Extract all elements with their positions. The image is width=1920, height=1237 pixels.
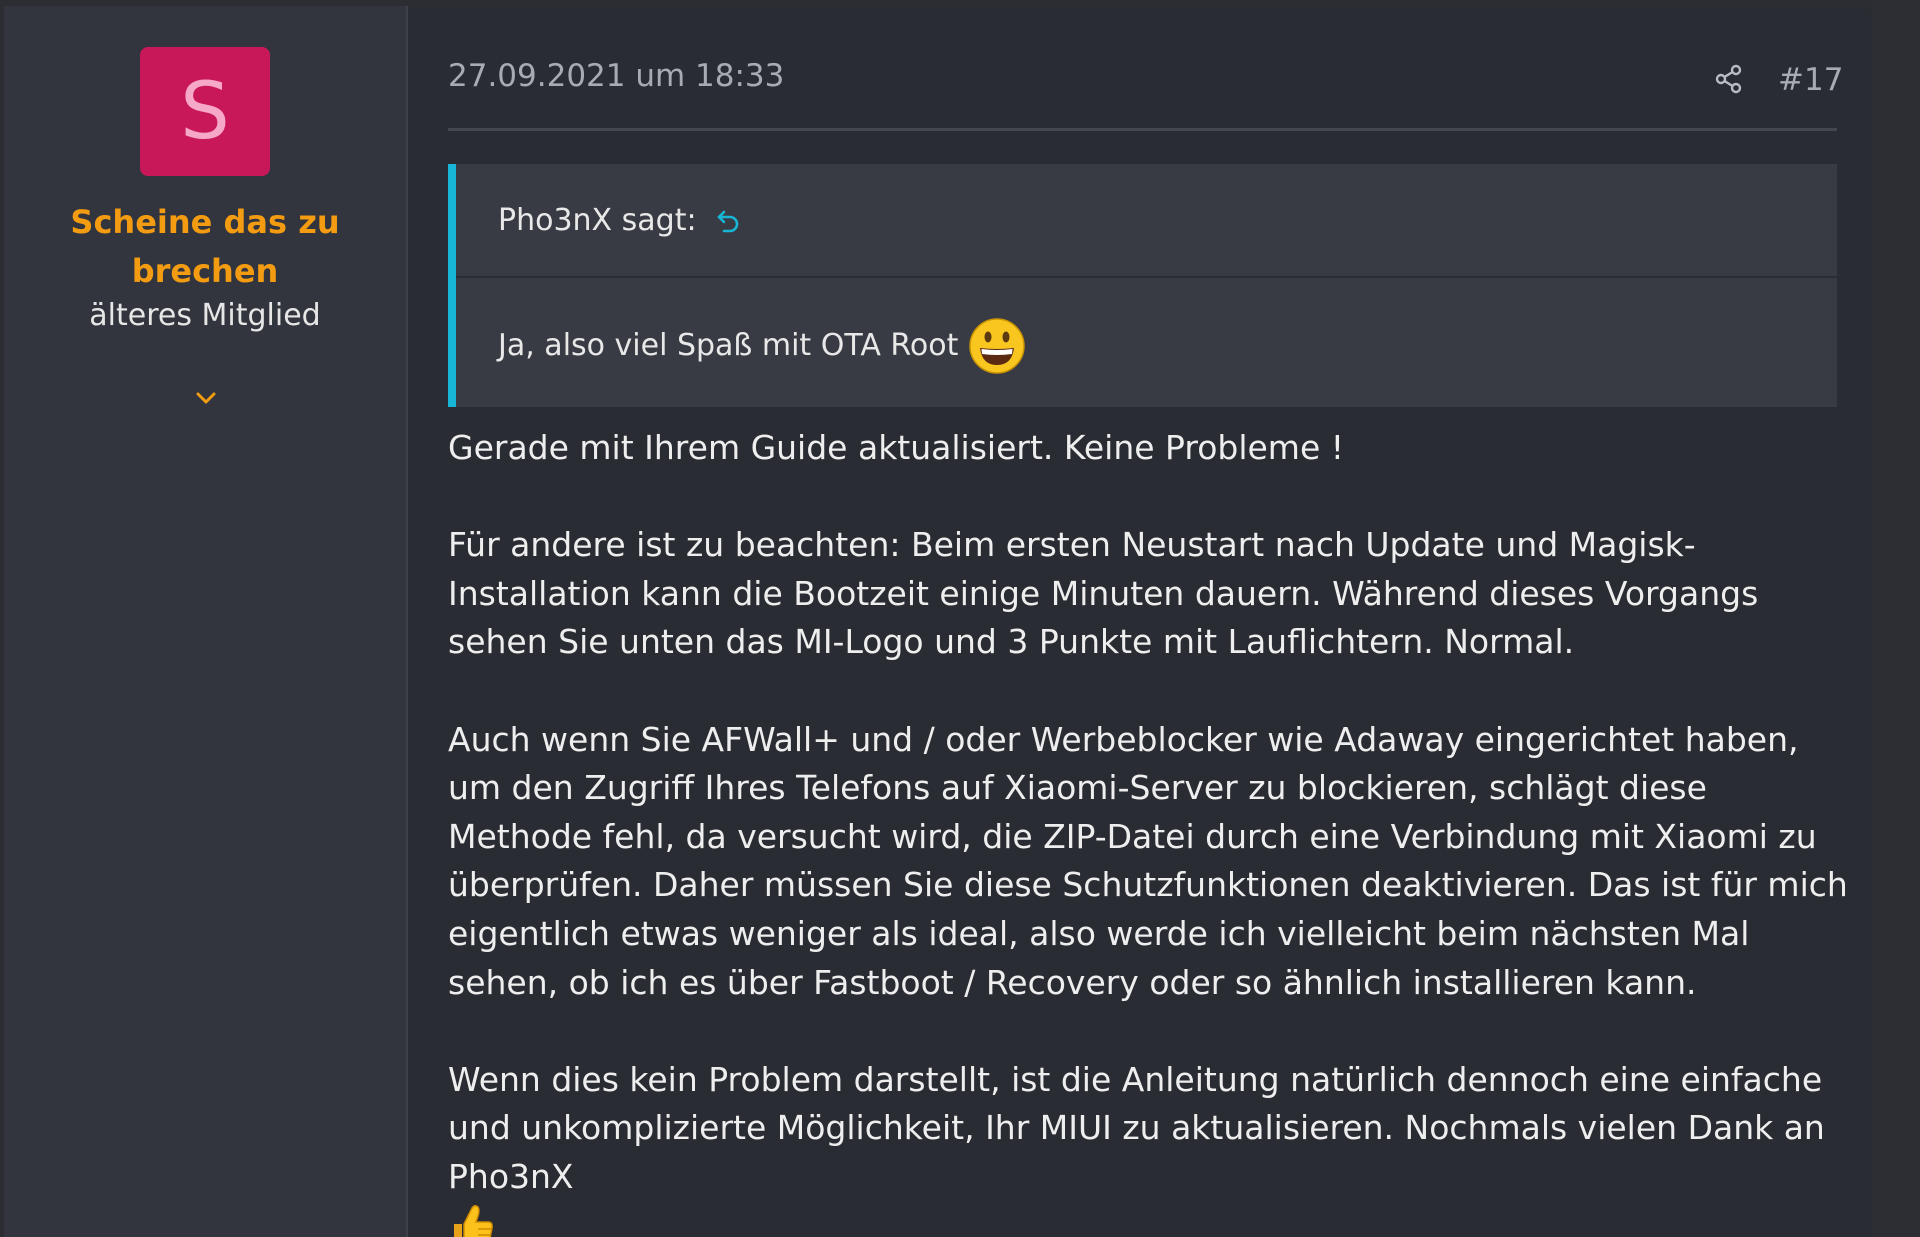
return-arrow-icon[interactable] bbox=[715, 206, 743, 234]
post-paragraph-2: Für andere ist zu beachten: Beim ersten … bbox=[448, 525, 1759, 662]
post-paragraph-4-text: Wenn dies kein Problem darstellt, ist di… bbox=[448, 1059, 1825, 1196]
post-main: 27.09.2021 um 18:33 #17 Pho3nX sagt: Ja,… bbox=[408, 6, 1872, 1237]
grinning-face-icon bbox=[969, 317, 1026, 374]
page: S Scheine das zu brechen älteres Mitglie… bbox=[0, 0, 1920, 1237]
post-paragraph-3: Auch wenn Sie AFWall+ und / oder Werbebl… bbox=[448, 719, 1848, 1002]
quote-block: Pho3nX sagt: Ja, also viel Spaß mit OTA … bbox=[448, 164, 1837, 407]
author-sidebar: S Scheine das zu brechen älteres Mitglie… bbox=[4, 6, 408, 1237]
chevron-down-icon[interactable] bbox=[194, 388, 218, 408]
quote-body: Ja, also viel Spaß mit OTA Root bbox=[456, 278, 1837, 405]
username-line-2: brechen bbox=[131, 252, 279, 290]
post-number-link[interactable]: #17 bbox=[1778, 60, 1843, 100]
share-icon[interactable] bbox=[1712, 62, 1746, 96]
post-paragraph-4: Wenn dies kein Problem darstellt, ist di… bbox=[448, 1056, 1848, 1237]
thumbs-up-icon bbox=[454, 1204, 493, 1237]
user-title: älteres Mitglied bbox=[89, 298, 321, 333]
post-paragraph-1: Gerade mit Ihrem Guide aktualisiert. Kei… bbox=[448, 428, 1344, 467]
avatar-letter: S bbox=[180, 66, 230, 157]
forum-post: S Scheine das zu brechen älteres Mitglie… bbox=[4, 6, 1872, 1237]
header-divider bbox=[448, 128, 1837, 131]
username-link[interactable]: Scheine das zu brechen bbox=[4, 198, 406, 296]
avatar[interactable]: S bbox=[140, 47, 270, 176]
quote-header: Pho3nX sagt: bbox=[456, 164, 1837, 278]
post-content: Gerade mit Ihrem Guide aktualisiert. Kei… bbox=[448, 424, 1848, 1237]
quote-text: Ja, also viel Spaß mit OTA Root bbox=[498, 328, 959, 363]
username-line-1: Scheine das zu bbox=[70, 203, 340, 241]
post-date[interactable]: 27.09.2021 um 18:33 bbox=[448, 56, 784, 96]
page-right-gutter bbox=[1872, 0, 1920, 1237]
quote-attribution[interactable]: Pho3nX sagt: bbox=[498, 203, 697, 238]
